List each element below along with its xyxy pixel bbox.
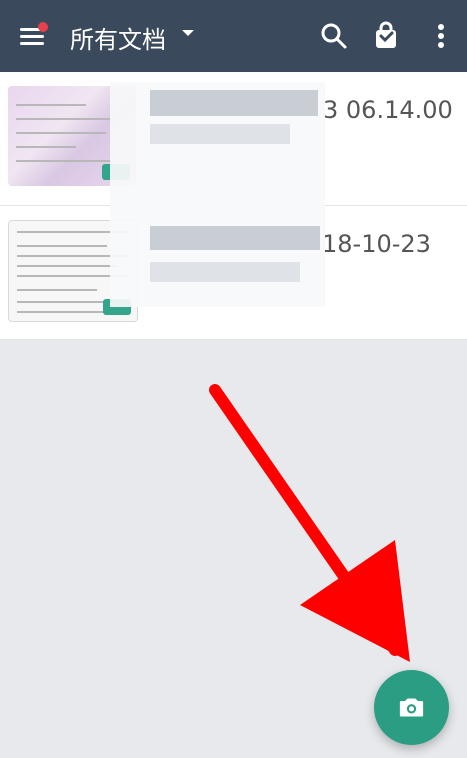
camera-icon [399,698,424,717]
camera-button[interactable] [374,670,449,745]
arrow-annotation [209,384,410,662]
